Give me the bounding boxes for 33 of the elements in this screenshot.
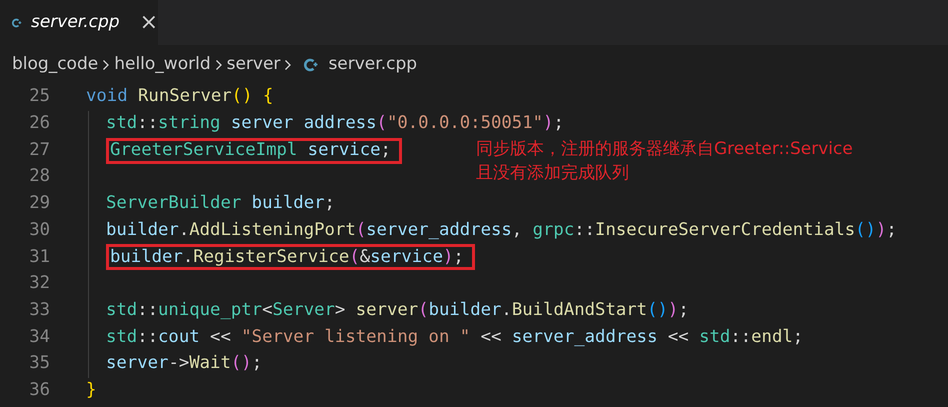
line-number: 25 [28,85,50,108]
line-number: 26 [28,112,50,136]
code-line: void RunServer() { [86,85,274,108]
line-number: 32 [28,272,50,296]
chevron-icon [214,58,223,70]
breadcrumb-item[interactable]: hello_world [114,52,211,78]
line-number: 29 [28,192,50,216]
line-number: 31 [28,246,50,268]
code-line: server->Wait(); [106,352,262,376]
tab-label: server.cpp [30,10,120,34]
cpp-file-icon [304,56,320,72]
annotation-text: 同步版本，注册的服务器继承自Greeter::Service [476,138,853,161]
line-number: 34 [28,326,50,349]
line-number: 36 [28,378,50,402]
line-number: 27 [28,138,50,162]
code-line: builder.AddListeningPort(server_address, grpc::InsecureServerCredentials()); [106,218,897,242]
editor-tab[interactable]: server.cpp × [0,0,158,45]
annotation-text: 且没有添加完成队列 [476,162,630,185]
line-number: 30 [28,218,50,242]
code-line: std::string server address("0.0.0.0:50051"); [106,112,564,136]
close-button[interactable]: × [140,12,158,34]
code-line: std::unique_ptr<Server> server(builder.BuildAndStart()); [106,298,689,322]
chevron-icon [284,58,292,70]
line-number: 35 [28,352,50,376]
line-number: 33 [28,298,50,322]
code-line: ServerBuilder builder; [106,192,335,216]
line-number: 28 [28,165,50,188]
chevron-icon [102,58,110,70]
breadcrumb-item[interactable]: server.cpp [328,52,418,78]
code-line: } [86,378,96,402]
breadcrumb-item[interactable]: blog_code [12,52,98,78]
breadcrumb-item[interactable]: server [226,52,280,78]
code-line: std::cout << "Server listening on " << server_address << std::endl; [106,326,804,349]
